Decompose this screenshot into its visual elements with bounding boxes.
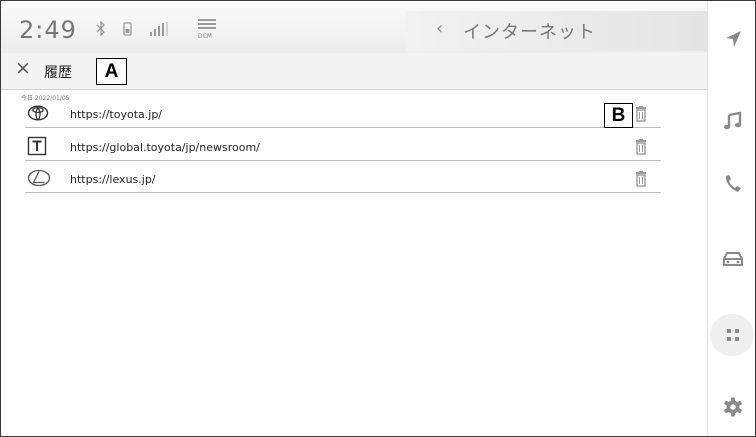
signal-strength-icon (150, 22, 172, 36)
navigation-arrow-icon[interactable] (721, 27, 745, 51)
lexus-logo-icon (27, 168, 51, 188)
toyota-logo-icon (27, 103, 49, 123)
history-date: 今日 2022/01/05 (21, 95, 70, 102)
history-item[interactable]: https://lexus.jp/ (25, 168, 661, 193)
delete-trash-icon[interactable] (634, 171, 648, 187)
history-item[interactable]: https://toyota.jp/ B (25, 103, 661, 128)
history-item[interactable]: https://global.toyota/jp/newsroom/ (25, 136, 661, 161)
t-letter-icon (27, 136, 47, 156)
callout-label-a: A (96, 58, 127, 85)
history-title: 履歴 (44, 65, 72, 81)
history-url[interactable]: https://toyota.jp/ (70, 108, 162, 121)
history-header: × 履歴 A (1, 53, 707, 90)
phone-status-icon (123, 22, 132, 40)
music-note-icon[interactable] (721, 109, 745, 133)
dcm-icon: DCM (198, 19, 216, 40)
settings-gear-icon[interactable] (721, 395, 745, 419)
callout-label-b: B (604, 103, 633, 128)
history-url[interactable]: https://lexus.jp/ (70, 173, 156, 186)
close-button[interactable]: × (15, 57, 31, 79)
apps-grid-icon[interactable] (721, 323, 745, 347)
status-bar: 2:49 DCM ‹ インターネット (1, 1, 707, 53)
delete-trash-icon[interactable] (634, 139, 648, 155)
history-url[interactable]: https://global.toyota/jp/newsroom/ (70, 141, 260, 154)
car-icon[interactable] (721, 247, 745, 271)
bluetooth-icon (96, 20, 106, 40)
browser-history-screen: 2:49 DCM ‹ インターネット × 履歴 A 今日 2022/01/05 (0, 0, 756, 437)
clock: 2:49 (19, 16, 77, 44)
phone-icon[interactable] (721, 172, 745, 196)
right-sidebar (707, 1, 755, 436)
dcm-label: DCM (198, 33, 212, 40)
delete-trash-icon[interactable] (634, 106, 648, 122)
title-bar: ‹ インターネット (406, 11, 707, 51)
page-title: インターネット (463, 22, 596, 43)
back-button[interactable]: ‹ (436, 18, 443, 39)
